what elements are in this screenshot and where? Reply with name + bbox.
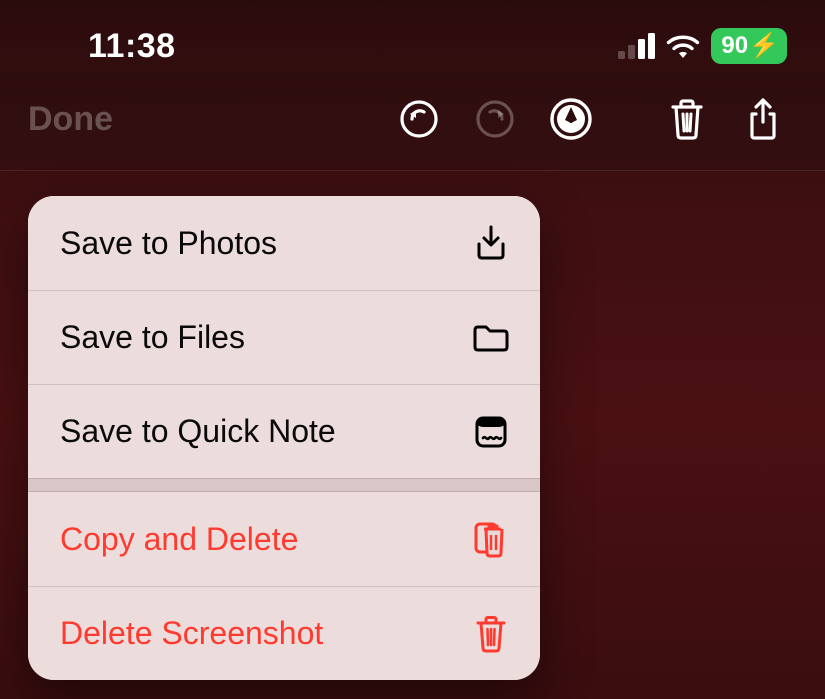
battery-percent: 90 [721,32,748,60]
charging-bolt-icon: ⚡ [749,34,779,58]
share-context-menu: Save to Photos Save to Files Save to Qui… [28,196,540,680]
redo-button[interactable] [461,94,529,144]
download-to-tray-icon [470,222,512,264]
quick-note-icon [470,411,512,453]
done-button[interactable]: Done [28,100,113,139]
menu-item-label: Save to Quick Note [60,413,336,450]
menu-group-separator [28,478,540,492]
share-icon [743,96,783,142]
redo-icon [474,98,516,140]
wifi-icon [665,32,701,60]
markup-pen-button[interactable] [537,94,605,144]
status-time: 11:38 [88,27,176,66]
menu-item-label: Save to Files [60,319,245,356]
menu-item-label: Delete Screenshot [60,615,323,652]
folder-icon [470,317,512,359]
cellular-signal-icon [618,33,655,59]
undo-icon [398,98,440,140]
menu-item-label: Save to Photos [60,225,277,262]
menu-item-save-to-quick-note[interactable]: Save to Quick Note [28,384,540,478]
trash-button[interactable] [653,94,721,144]
share-button[interactable] [729,94,797,144]
trash-icon [667,97,707,141]
trash-icon [470,613,512,655]
clipboard-trash-icon [470,518,512,560]
menu-item-delete-screenshot[interactable]: Delete Screenshot [28,586,540,680]
battery-indicator: 90 ⚡ [711,28,787,64]
menu-item-label: Copy and Delete [60,521,298,558]
menu-item-copy-and-delete[interactable]: Copy and Delete [28,492,540,586]
menu-item-save-to-files[interactable]: Save to Files [28,290,540,384]
status-bar: 11:38 90 ⚡ [0,0,825,72]
undo-button[interactable] [385,94,453,144]
markup-toolbar: Done [0,72,825,171]
menu-item-save-to-photos[interactable]: Save to Photos [28,196,540,290]
status-indicators: 90 ⚡ [618,28,787,64]
pen-tip-icon [548,96,594,142]
